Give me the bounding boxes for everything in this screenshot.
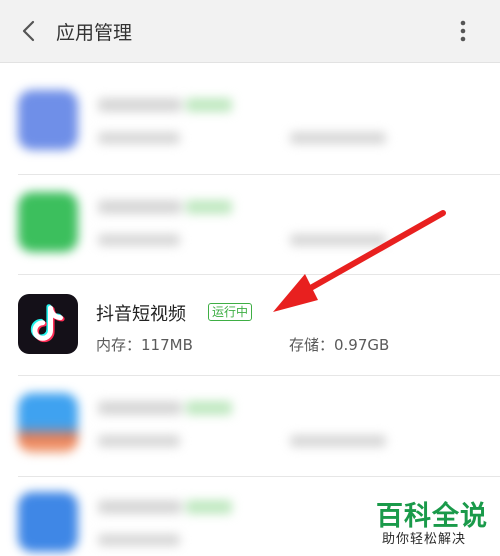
watermark-slogan: 助你轻松解决 [382,532,467,547]
pointer-arrow [273,210,446,312]
